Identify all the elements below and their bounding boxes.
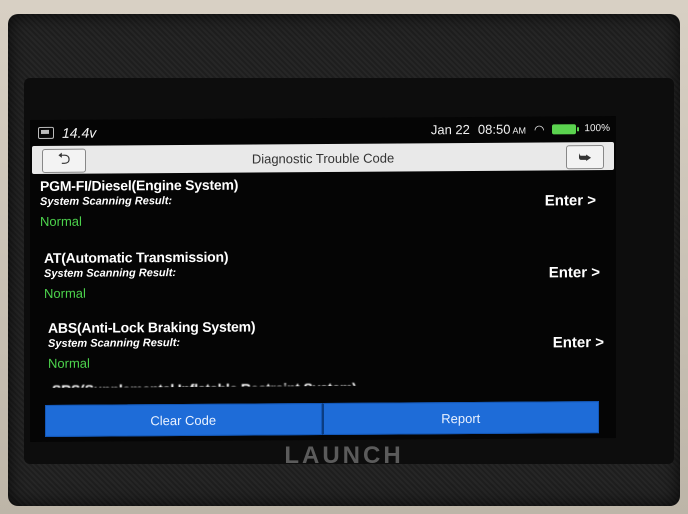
scan-result-status: Normal	[40, 213, 82, 229]
exit-icon: ⮩	[578, 148, 592, 165]
title-bar: ⮌ Diagnostic Trouble Code ⮩	[32, 141, 614, 175]
enter-button[interactable]: Enter >	[545, 192, 596, 209]
device-brand-logo: LAUNCH	[284, 442, 404, 469]
status-bar: 14.4v Jan 22 08:50 AM ◠ 100%	[30, 116, 616, 146]
status-time: 08:50	[477, 121, 511, 137]
system-list: PGM-FI/Diesel(Engine System) System Scan…	[30, 174, 616, 388]
system-name: ABS(Anti-Lock Braking System)	[48, 318, 256, 336]
status-time-wrap: 08:50 AM	[478, 122, 526, 137]
status-left: 14.4v	[38, 125, 96, 141]
scan-result-label: System Scanning Result:	[44, 267, 177, 280]
enter-button[interactable]: Enter >	[549, 264, 600, 281]
device-screen: 14.4v Jan 22 08:50 AM ◠ 100% ⮌ Diagnostic…	[30, 115, 616, 443]
report-button[interactable]: Report	[321, 401, 599, 436]
voltage-readout: 14.4v	[62, 124, 97, 141]
photo-background: 14.4v Jan 22 08:50 AM ◠ 100% ⮌ Diagnostic…	[0, 0, 688, 514]
scan-result-status: Normal	[48, 355, 90, 371]
battery-percent: 100%	[584, 122, 610, 135]
system-name: AT(Automatic Transmission)	[44, 248, 229, 266]
enter-button[interactable]: Enter >	[553, 334, 604, 351]
scan-result-label: System Scanning Result:	[48, 336, 181, 350]
status-right: Jan 22 08:50 AM ◠ 100%	[430, 121, 610, 138]
system-item-engine[interactable]: PGM-FI/Diesel(Engine System) System Scan…	[40, 174, 600, 248]
system-item-abs[interactable]: ABS(Anti-Lock Braking System) System Sca…	[48, 316, 608, 388]
system-name: PGM-FI/Diesel(Engine System)	[40, 176, 239, 194]
car-battery-icon	[38, 126, 54, 139]
scan-result-label: System Scanning Result:	[40, 195, 173, 208]
bottom-action-bar: Clear Code Report	[45, 401, 599, 437]
scan-result-status: Normal	[44, 285, 86, 301]
exit-button[interactable]: ⮩	[566, 145, 604, 170]
wifi-icon: ◠	[533, 121, 545, 137]
page-title: Diagnostic Trouble Code	[251, 150, 395, 167]
system-item-transmission[interactable]: AT(Automatic Transmission) System Scanni…	[44, 246, 604, 320]
clear-code-button[interactable]: Clear Code	[45, 403, 322, 437]
battery-icon	[552, 123, 577, 134]
status-time-suffix: AM	[512, 125, 526, 136]
status-date: Jan 22	[430, 121, 470, 138]
